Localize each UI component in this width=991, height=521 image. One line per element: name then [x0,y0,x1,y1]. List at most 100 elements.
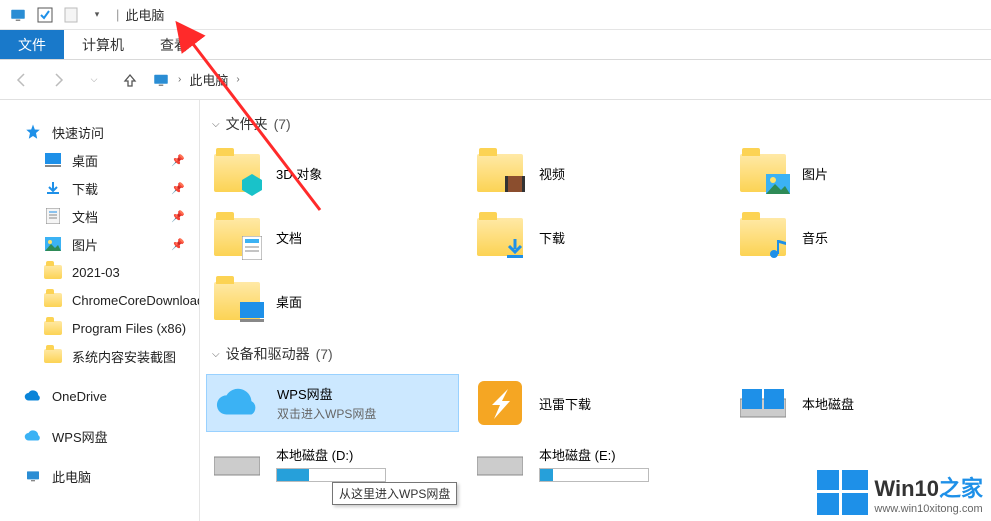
sidebar-thispc[interactable]: 此电脑 [0,462,199,490]
sidebar-item-documents[interactable]: 文档 📌 [0,202,199,230]
sidebar-onedrive[interactable]: OneDrive [0,382,199,410]
folder-icon [44,263,62,281]
qat-dropdown-icon[interactable]: ▾ [84,4,110,26]
device-drive-d[interactable]: 本地磁盘 (D:) [206,438,459,488]
system-icon[interactable] [8,5,28,25]
item-label: 桌面 [276,292,302,311]
chevron-right-icon: › [178,74,181,85]
item-label: 图片 [802,164,828,183]
tooltip: 从这里进入WPS网盘 [332,482,457,505]
drive-icon [475,439,525,487]
sidebar-item-label: 下载 [72,179,98,198]
section-count: (7) [274,116,291,132]
item-label: 音乐 [802,228,828,247]
title-separator: | [116,7,119,22]
back-button[interactable] [8,66,36,94]
device-xunlei[interactable]: 迅雷下载 [469,374,722,432]
sidebar-wps[interactable]: WPS网盘 [0,422,199,450]
section-folders-header[interactable]: ⌵ 文件夹 (7) [212,114,985,134]
sidebar-label: 快速访问 [52,123,104,142]
breadcrumb[interactable]: › 此电脑 › [152,70,240,89]
sidebar-quick-access[interactable]: 快速访问 [0,118,199,146]
device-drive-e[interactable]: 本地磁盘 (E:) [469,438,722,488]
recent-dropdown-icon[interactable]: ⌵ [80,66,108,94]
cloud-icon [24,427,42,445]
drive-icon [212,439,262,487]
sidebar-item-desktop[interactable]: 桌面 📌 [0,146,199,174]
item-label: 下载 [539,228,565,247]
sidebar-item-folder[interactable]: Program Files (x86) [0,314,199,342]
xunlei-icon [475,379,525,427]
chevron-right-icon: › [236,74,239,85]
item-label: 视频 [539,164,565,183]
qat-checkbox-icon[interactable] [32,4,58,26]
folder-videos[interactable]: 视频 [469,144,722,202]
folder-pictures[interactable]: 图片 [732,144,985,202]
content-pane: ⌵ 文件夹 (7) 3D 对象 视频 图片 文档 下载 [200,100,991,521]
folder-icon [738,149,788,197]
sidebar-item-folder[interactable]: 2021-03 [0,258,199,286]
item-label: 迅雷下载 [539,394,591,413]
tab-view[interactable]: 查看 [142,30,206,59]
chevron-down-icon: ⌵ [212,119,220,130]
drive-usage-bar [276,468,386,482]
watermark: Win10之家 www.win10xitong.com [817,470,983,515]
folders-grid: 3D 对象 视频 图片 文档 下载 音乐 [206,144,985,330]
folder-icon [212,277,262,325]
picture-icon [44,235,62,253]
sidebar-label: OneDrive [52,389,107,404]
sidebar-item-label: 文档 [72,207,98,226]
up-button[interactable] [116,66,144,94]
title-bar: ▾ | 此电脑 [0,0,991,30]
sidebar-label: 此电脑 [52,467,91,486]
chevron-down-icon: ⌵ [212,349,220,360]
sidebar-item-folder[interactable]: 系统内容安装截图 [0,342,199,370]
drive-usage-bar [539,468,649,482]
drive-icon [738,379,788,427]
cloud-icon [24,387,42,405]
tab-file[interactable]: 文件 [0,30,64,59]
folder-icon [44,347,62,365]
folder-desktop[interactable]: 桌面 [206,272,459,330]
windows-logo-icon [817,470,868,515]
nav-bar: ⌵ › 此电脑 › [0,60,991,100]
item-label: 文档 [276,228,302,247]
sidebar-item-pictures[interactable]: 图片 📌 [0,230,199,258]
item-subtitle: 双击进入WPS网盘 [277,405,376,422]
star-icon [24,123,42,141]
sidebar-item-label: 图片 [72,235,98,254]
item-label: 3D 对象 [276,164,322,183]
device-local-disk[interactable]: 本地磁盘 [732,374,985,432]
pin-icon: 📌 [171,182,185,195]
desktop-icon [44,151,62,169]
pc-icon [152,71,170,89]
folder-3d-objects[interactable]: 3D 对象 [206,144,459,202]
watermark-brand: Win10之家 [874,471,983,503]
section-label: 文件夹 [226,114,268,134]
tab-computer[interactable]: 计算机 [64,30,142,59]
sidebar-item-label: Program Files (x86) [72,321,186,336]
pin-icon: 📌 [171,210,185,223]
folder-downloads[interactable]: 下载 [469,208,722,266]
folder-documents[interactable]: 文档 [206,208,459,266]
forward-button[interactable] [44,66,72,94]
device-wps[interactable]: WPS网盘 双击进入WPS网盘 [206,374,459,432]
sidebar: 快速访问 桌面 📌 下载 📌 文档 📌 图片 📌 2021-03 C [0,100,200,521]
sidebar-item-folder[interactable]: ChromeCoreDownloads [0,286,199,314]
qat-document-icon[interactable] [58,4,84,26]
sidebar-item-label: ChromeCoreDownloads [72,293,200,308]
section-devices-header[interactable]: ⌵ 设备和驱动器 (7) [212,344,985,364]
sidebar-item-label: 系统内容安装截图 [72,347,176,366]
item-label: 本地磁盘 [802,394,854,413]
pc-icon [24,467,42,485]
window-title: 此电脑 [125,5,164,24]
folder-icon [44,319,62,337]
breadcrumb-root[interactable]: 此电脑 [189,70,228,89]
folder-icon [738,213,788,261]
sidebar-item-downloads[interactable]: 下载 📌 [0,174,199,202]
item-label: WPS网盘 [277,384,376,403]
folder-icon [475,149,525,197]
watermark-url: www.win10xitong.com [874,503,982,515]
folder-music[interactable]: 音乐 [732,208,985,266]
folder-icon [212,149,262,197]
